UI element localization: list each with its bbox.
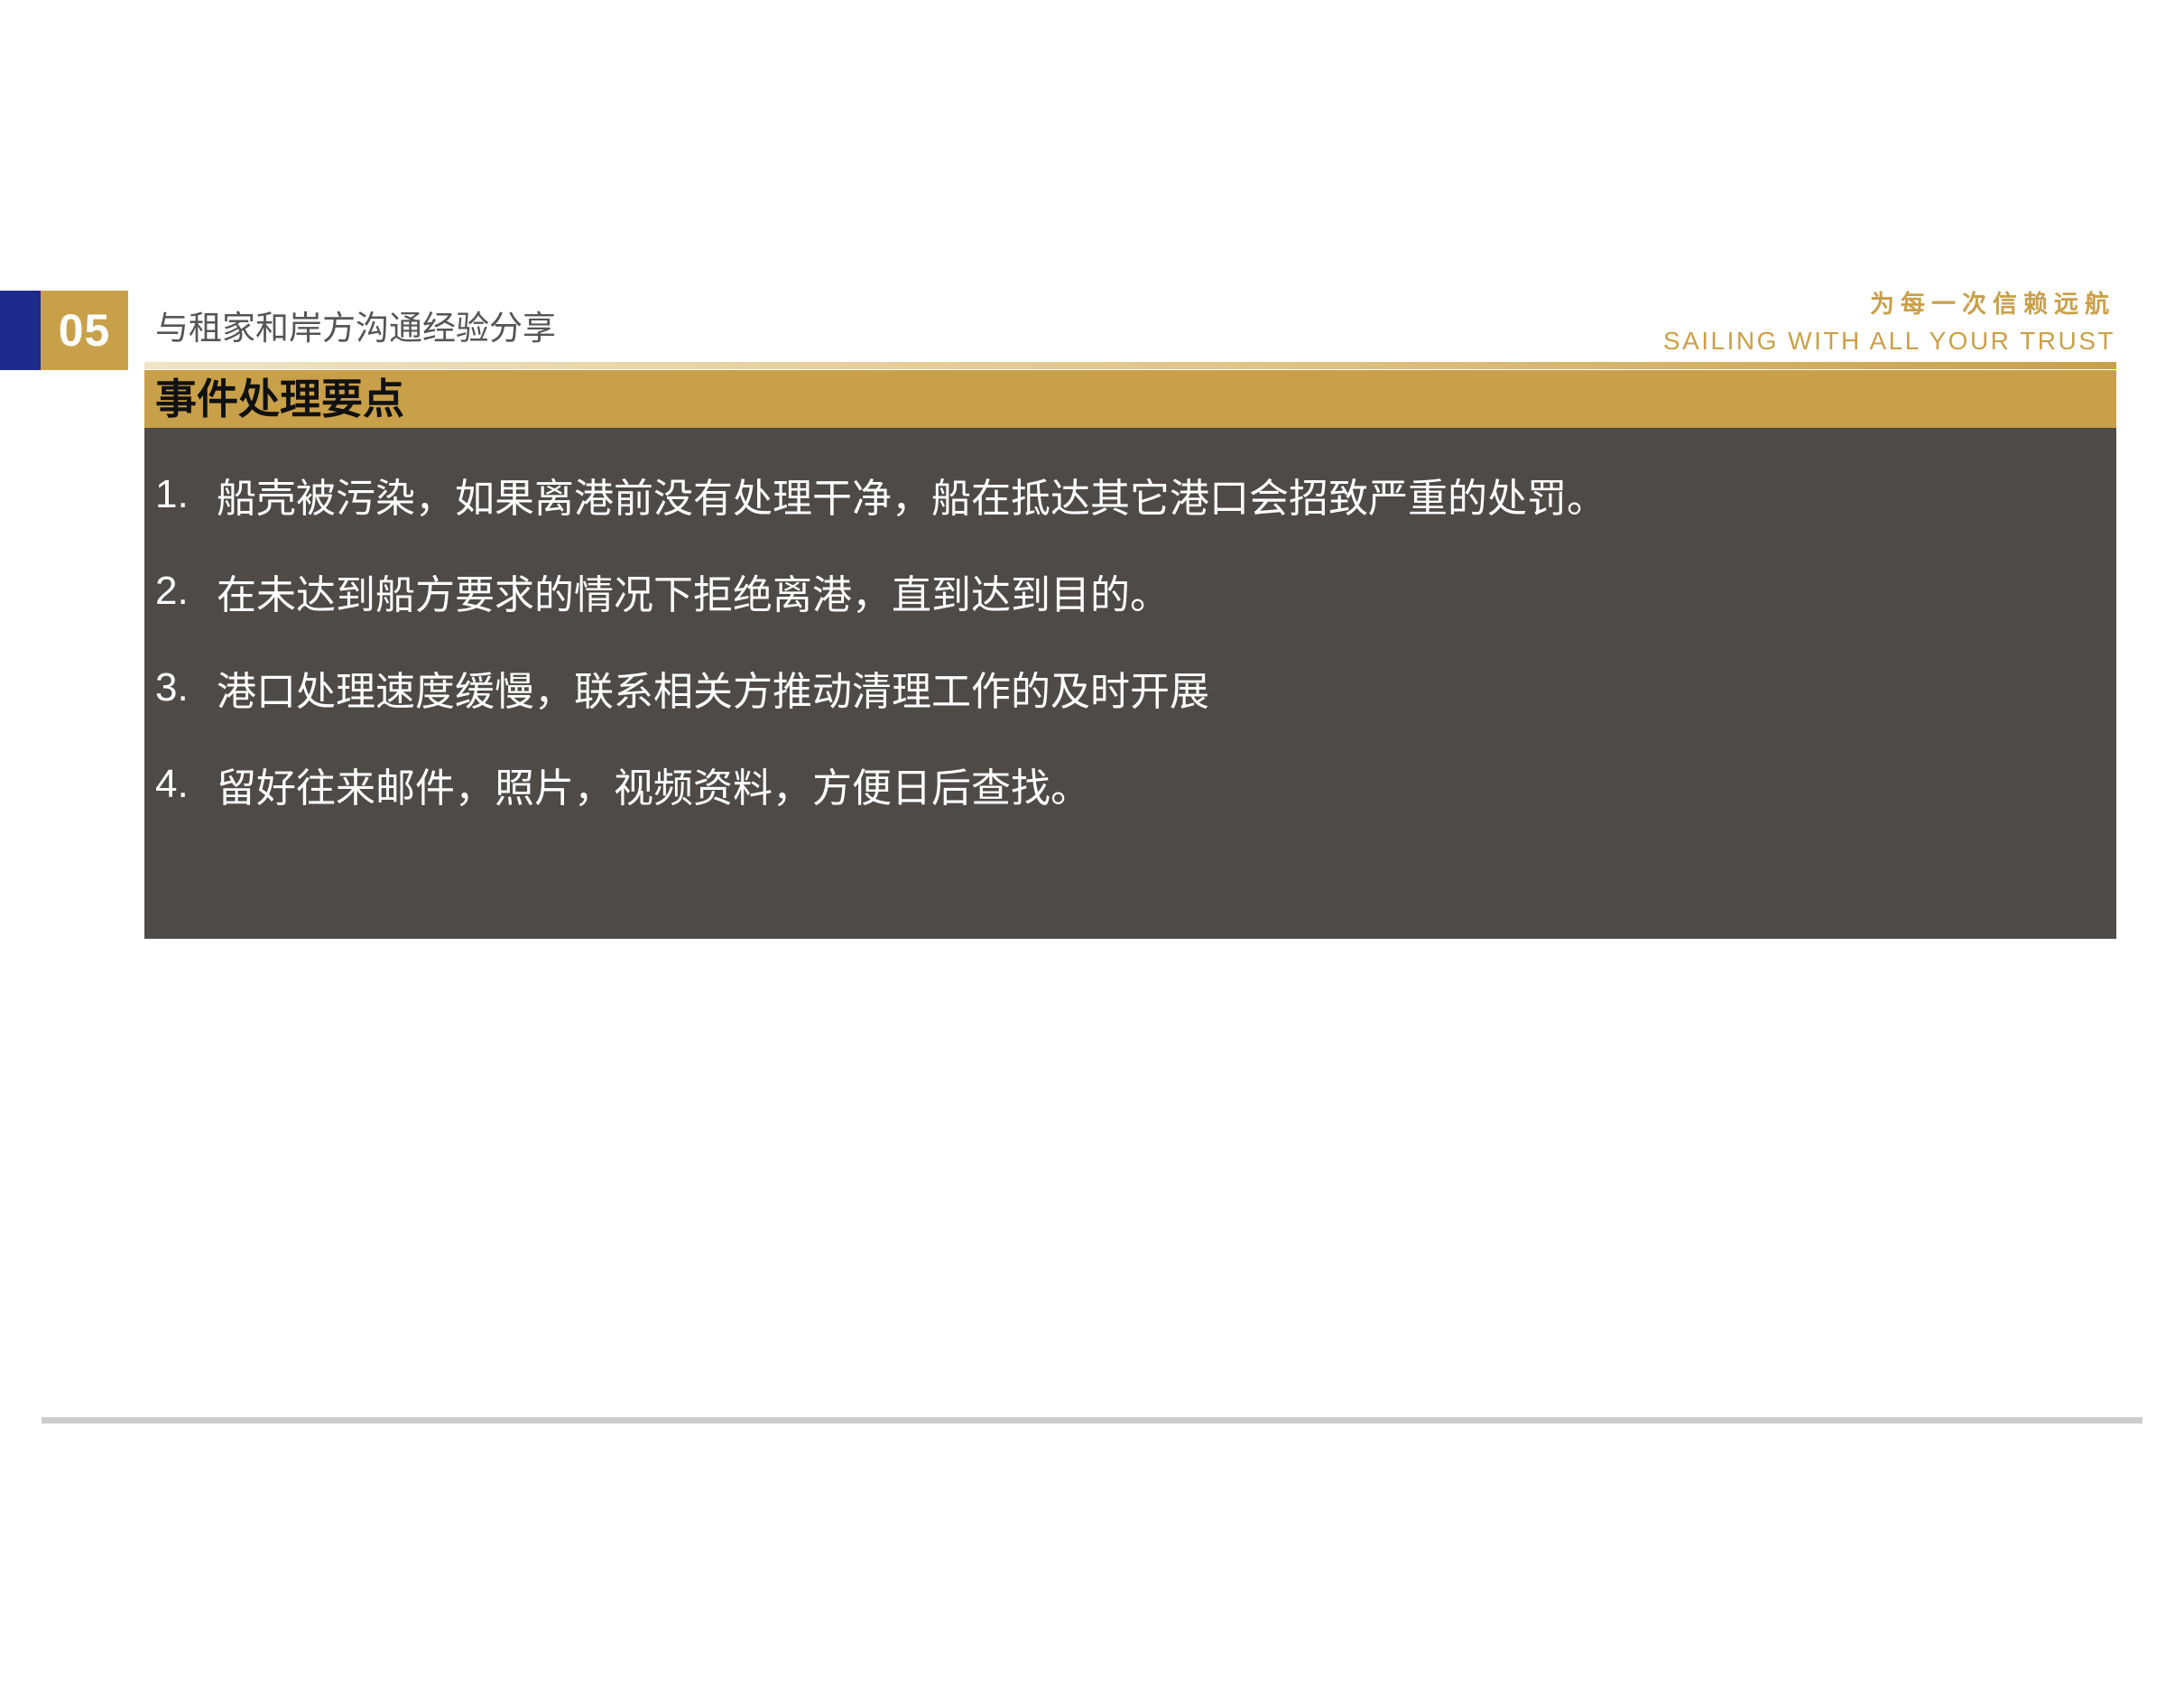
list-item-number: 1. (155, 471, 189, 516)
list-item: 2. 在未达到船方要求的情况下拒绝离港，直到达到目的。 (155, 543, 1606, 639)
list-item-text: 在未达到船方要求的情况下拒绝离港，直到达到目的。 (217, 571, 1170, 618)
list-item-number: 4. (155, 761, 189, 806)
list-item: 4. 留好往来邮件，照片，视频资料，方便日后查找。 (155, 736, 1606, 832)
section-number: 05 (41, 291, 128, 370)
list-item-text: 留好往来邮件，照片，视频资料，方便日后查找。 (217, 765, 1090, 812)
card-header: 事件处理要点 (144, 370, 2116, 428)
list-item: 3. 港口处理速度缓慢，联系相关方推动清理工作的及时开展 (155, 639, 1606, 736)
key-points-list: 1. 船壳被污染，如果离港前没有处理干净，船在抵达其它港口会招致严重的处罚。 2… (155, 446, 1606, 832)
list-item-number: 2. (155, 568, 189, 613)
footer-divider (42, 1417, 2142, 1424)
card-title: 事件处理要点 (155, 375, 404, 423)
section-tab-accent (0, 291, 41, 370)
key-points-card: 事件处理要点 1. 船壳被污染，如果离港前没有处理干净，船在抵达其它港口会招致严… (144, 370, 2116, 939)
list-item: 1. 船壳被污染，如果离港前没有处理干净，船在抵达其它港口会招致严重的处罚。 (155, 446, 1606, 543)
slogan-english: SAILING WITH ALL YOUR TRUST (1662, 327, 2115, 355)
list-item-text: 港口处理速度缓慢，联系相关方推动清理工作的及时开展 (217, 668, 1209, 715)
list-item-number: 3. (155, 664, 189, 710)
list-item-text: 船壳被污染，如果离港前没有处理干净，船在抵达其它港口会招致严重的处罚。 (217, 475, 1606, 522)
slogan-chinese: 为每一次信赖远航 (1870, 291, 2115, 319)
header-divider (144, 362, 2116, 369)
page-title: 与租家和岸方沟通经验分享 (155, 309, 556, 348)
